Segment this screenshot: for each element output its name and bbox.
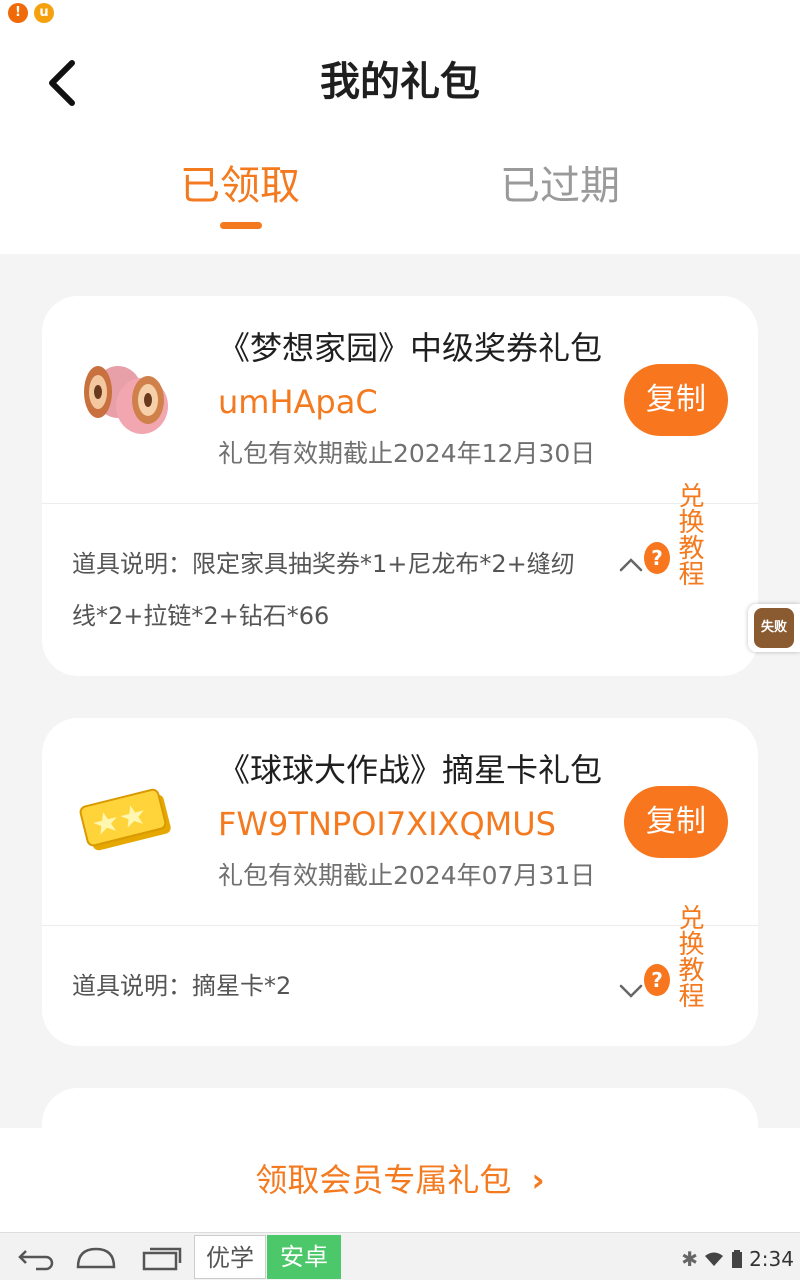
gift-code: FW9TNPOI7XIXQMUS [218,805,556,843]
gift-card: 《梦想家园》中级奖券礼包 umHApaC 礼包有效期截止2024年12月30日 … [42,296,758,676]
gift-card: 《球球大作战》摘星卡礼包 FW9TNPOI7XIXQMUS 礼包有效期截止202… [42,718,758,1046]
back-nav-icon[interactable] [6,1237,62,1277]
member-gift-label: 领取会员专属礼包 [255,1161,512,1199]
chevron-up-icon[interactable] [616,550,646,580]
gift-name: 《梦想家园》中级奖券礼包 [218,329,603,367]
battery-icon [731,1249,742,1268]
member-gift-link[interactable]: 领取会员专属礼包 › [0,1158,800,1202]
star-ticket-icon [79,788,171,851]
divider [42,503,758,504]
floating-widget[interactable]: 失败 [748,604,800,652]
help-icon[interactable]: ? [644,964,670,996]
redeem-guide-link[interactable]: 兑换教程 [674,904,708,1008]
redeem-guide-link[interactable]: 兑换教程 [674,482,708,586]
header: 我的礼包 已领取 已过期 [0,26,800,254]
help-icon[interactable]: ? [644,542,670,574]
gift-expiry: 礼包有效期截止2024年12月30日 [218,439,596,468]
app-tag-youxue[interactable]: 优学 [194,1235,266,1279]
gift-code: umHApaC [218,383,378,421]
app-notification-icon: u [34,3,54,23]
thread-spool-icon [84,366,168,434]
floating-widget-label: 失败 [754,608,794,648]
gift-expiry: 礼包有效期截止2024年07月31日 [218,861,596,890]
recent-apps-nav-icon[interactable] [134,1237,190,1277]
tab-expired[interactable]: 已过期 [490,154,630,218]
divider [42,925,758,926]
system-navigation-bar: 优学 安卓 ✱ 2:34 [0,1232,800,1280]
copy-button[interactable]: 复制 [624,786,728,858]
tab-claimed[interactable]: 已领取 [170,154,310,218]
chevron-down-icon[interactable] [616,976,646,1006]
system-status: ✱ 2:34 [681,1233,794,1280]
home-nav-icon[interactable] [68,1237,124,1277]
copy-button[interactable]: 复制 [624,364,728,436]
page-title: 我的礼包 [320,59,480,105]
app-tag-anzhuo[interactable]: 安卓 [267,1235,341,1279]
active-tab-indicator [220,222,262,229]
chevron-right-icon: › [531,1161,545,1199]
gift-name: 《球球大作战》摘星卡礼包 [218,751,603,789]
wifi-icon [705,1252,724,1266]
member-gift-banner[interactable]: 领取会员专属礼包 › [0,1128,800,1232]
gift-description: 道具说明：限定家具抽奖券*1+尼龙布*2+缝纫线*2+拉链*2+钻石*66 [72,550,575,630]
alert-notification-icon: ! [8,3,28,23]
status-bar: ! u [0,0,800,26]
gift-description: 道具说明：摘星卡*2 [72,972,292,1000]
clock: 2:34 [749,1246,794,1271]
bluetooth-icon: ✱ [681,1246,698,1271]
